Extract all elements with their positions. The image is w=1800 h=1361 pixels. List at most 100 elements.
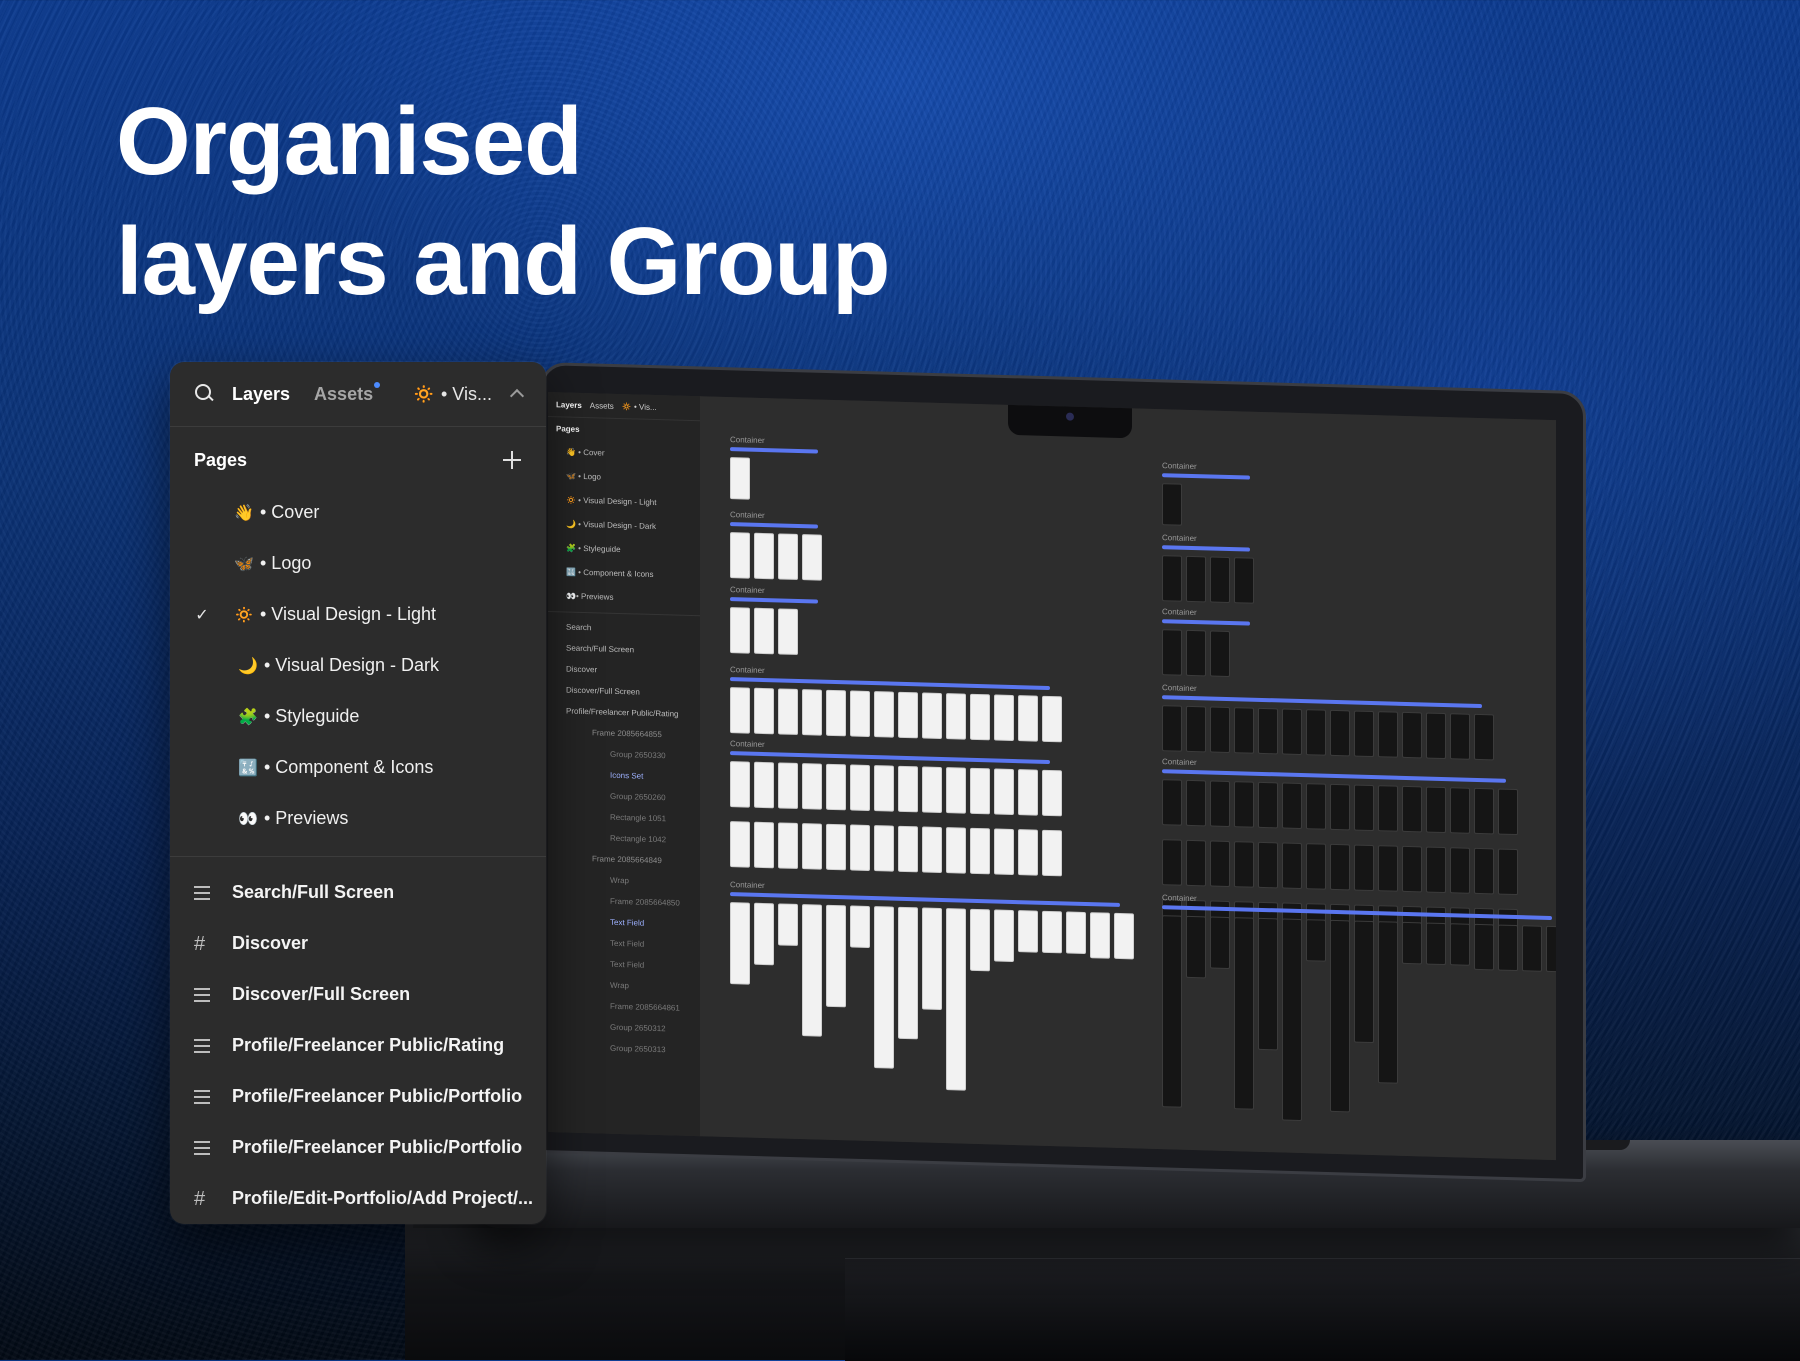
tab-assets[interactable]: Assets [314,381,381,405]
design-canvas[interactable]: Container Container Container Container Cont… [700,396,1556,1161]
page-item[interactable]: 🦋 • Logo [170,538,546,589]
frame-thumbnail[interactable] [1330,709,1350,757]
frame-thumbnail[interactable] [1402,845,1422,893]
frame-thumbnail[interactable] [946,693,966,740]
frame-thumbnail[interactable] [850,905,870,948]
frame-thumbnail[interactable] [922,766,942,814]
page-item[interactable]: 👀 • Previews [170,793,546,844]
frame-thumbnail[interactable] [1450,847,1470,894]
frame-thumbnail[interactable] [970,827,990,875]
frame-thumbnail[interactable] [1378,711,1398,758]
frame-thumbnail[interactable] [778,903,798,946]
frame-thumbnail[interactable] [1402,711,1422,759]
frame-thumbnail[interactable] [1210,556,1230,604]
frame-thumbnail[interactable] [970,767,990,815]
frame-thumbnail[interactable] [1210,706,1230,754]
frame-thumbnail[interactable] [874,825,894,872]
frame-thumbnail[interactable] [1474,847,1494,895]
frame-thumbnail[interactable] [1114,912,1134,960]
frame-thumbnail[interactable] [1306,843,1326,890]
frame-thumbnail[interactable] [1498,848,1518,896]
frame-thumbnail[interactable] [826,904,846,1008]
mini-layer-item[interactable]: Group 2650313 [548,1036,700,1061]
frame-thumbnail[interactable] [850,824,870,871]
frame-thumbnail[interactable] [1258,707,1278,755]
mini-tab-assets[interactable]: Assets [590,401,614,411]
frame-thumbnail[interactable] [922,826,942,874]
frame-thumbnail[interactable] [922,907,942,1011]
frame-thumbnail[interactable] [826,823,846,871]
search-icon[interactable] [194,383,216,405]
frame-thumbnail[interactable] [1498,788,1518,836]
frame-thumbnail[interactable] [802,534,822,581]
frame-thumbnail[interactable] [802,823,822,870]
page-switcher[interactable]: 🔅 • Vis... [413,384,525,405]
frame-thumbnail[interactable] [1426,922,1446,966]
frame-thumbnail[interactable] [1210,840,1230,888]
frame-thumbnail[interactable] [994,768,1014,816]
frame-thumbnail[interactable] [1450,787,1470,834]
frame-thumbnail[interactable] [898,765,918,813]
frame-thumbnail[interactable] [850,690,870,737]
frame-thumbnail[interactable] [1018,769,1038,816]
frame-thumbnail[interactable] [1402,785,1422,833]
layer-item[interactable]: # Discover [170,918,546,969]
frame-thumbnail[interactable] [1354,784,1374,832]
frame-thumbnail[interactable] [1186,555,1206,603]
frame-thumbnail[interactable] [730,687,750,734]
frame-thumbnail[interactable] [826,689,846,737]
page-item[interactable]: 🌙 • Visual Design - Dark [170,640,546,691]
frame-thumbnail[interactable] [898,691,918,739]
frame-thumbnail[interactable] [1066,911,1086,955]
frame-thumbnail[interactable] [1474,923,1494,971]
mini-page-item[interactable]: 👀• Previews [548,583,700,611]
frame-thumbnail[interactable] [1210,780,1230,828]
frame-thumbnail[interactable] [1018,829,1038,876]
frame-thumbnail[interactable] [1042,910,1062,954]
frame-thumbnail[interactable] [1378,845,1398,892]
frame-thumbnail[interactable] [1450,713,1470,760]
page-item[interactable]: 👋 • Cover [170,487,546,538]
frame-thumbnail[interactable] [946,908,966,1091]
frame-thumbnail[interactable] [778,533,798,580]
frame-thumbnail[interactable] [1426,846,1446,894]
frame-thumbnail[interactable] [1090,912,1110,959]
page-item[interactable]: 🔣 • Component & Icons [170,742,546,793]
frame-thumbnail[interactable] [1354,710,1374,758]
frame-thumbnail[interactable] [1306,919,1326,962]
frame-thumbnail[interactable] [730,532,750,579]
frame-thumbnail[interactable] [778,822,798,869]
frame-thumbnail[interactable] [850,764,870,811]
frame-thumbnail[interactable] [1258,841,1278,889]
frame-thumbnail[interactable] [1042,695,1062,743]
frame-thumbnail[interactable] [1210,916,1230,970]
add-page-button[interactable] [502,450,522,470]
frame-thumbnail[interactable] [778,762,798,809]
page-item[interactable]: 🧩 • Styleguide [170,691,546,742]
layer-item[interactable]: # Profile/Edit-Portfolio/Add Project/... [170,1173,546,1224]
frame-thumbnail[interactable] [1306,709,1326,756]
frame-thumbnail[interactable] [1354,844,1374,892]
frame-thumbnail[interactable] [1234,557,1254,604]
frame-thumbnail[interactable] [802,763,822,810]
frame-thumbnail[interactable] [1162,839,1182,886]
frame-thumbnail[interactable] [1498,924,1518,972]
layer-item[interactable]: Discover/Full Screen [170,969,546,1020]
frame-thumbnail[interactable] [778,688,798,735]
frame-thumbnail[interactable] [1546,925,1556,973]
frame-thumbnail[interactable] [1426,786,1446,834]
frame-thumbnail[interactable] [1042,829,1062,877]
frame-thumbnail[interactable] [1258,781,1278,829]
frame-thumbnail[interactable] [1162,705,1182,752]
frame-thumbnail[interactable] [778,608,798,655]
mini-page-switch[interactable]: 🔅 • Vis... [622,402,657,412]
frame-thumbnail[interactable] [1282,842,1302,890]
frame-thumbnail[interactable] [1330,783,1350,831]
frame-thumbnail[interactable] [1426,712,1446,760]
frame-thumbnail[interactable] [1162,915,1182,1108]
frame-thumbnail[interactable] [730,902,750,985]
frame-thumbnail[interactable] [1210,630,1230,678]
frame-thumbnail[interactable] [802,904,822,1037]
frame-thumbnail[interactable] [1258,917,1278,1051]
frame-thumbnail[interactable] [1162,555,1182,602]
